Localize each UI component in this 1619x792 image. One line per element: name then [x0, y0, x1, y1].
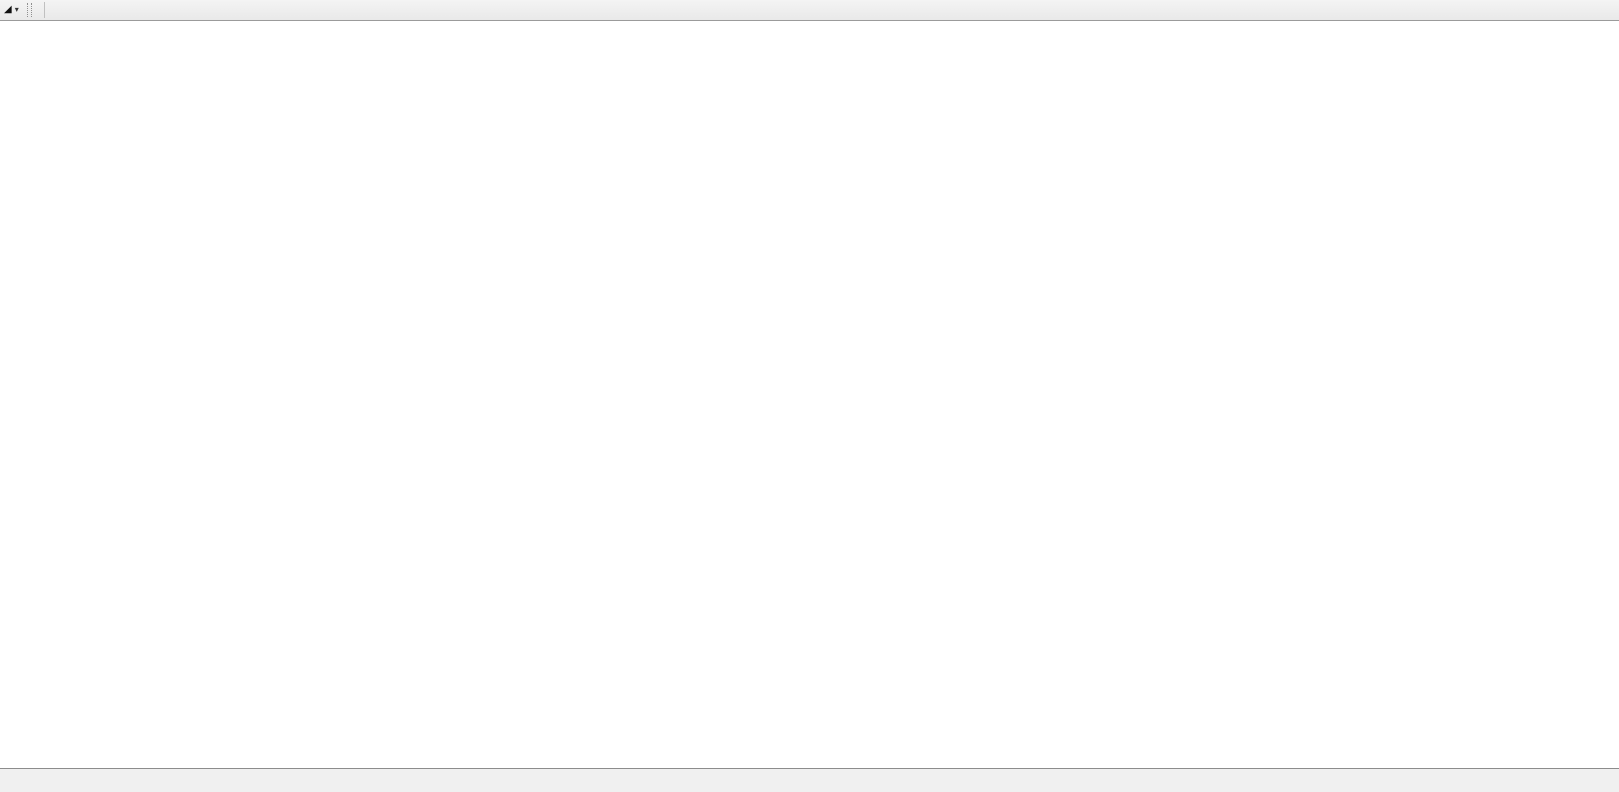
macd-pane-header — [4, 655, 19, 667]
tab-scroll-arrows — [1577, 769, 1619, 791]
chart-tab-bar — [0, 768, 1619, 792]
chart-canvas[interactable] — [0, 0, 1619, 768]
rsi-pane-header — [4, 552, 14, 564]
mt4-terminal: { "toolbar": { "cursor_icon": "crosshair… — [0, 0, 1619, 791]
